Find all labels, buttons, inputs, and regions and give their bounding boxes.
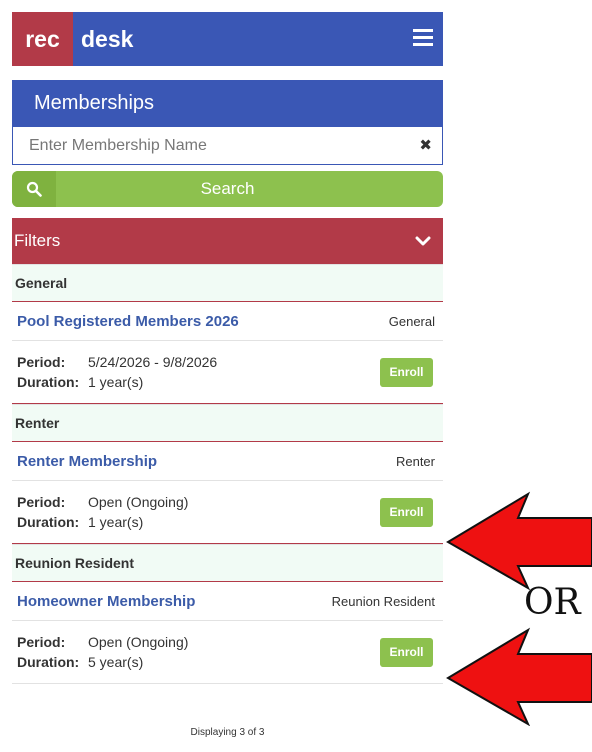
membership-category: General [388,313,435,329]
membership-link[interactable]: Homeowner Membership [17,593,195,610]
duration-label: Duration: [17,374,80,390]
enroll-button[interactable]: Enroll [380,357,433,387]
hamburger-line [413,36,433,39]
duration-value: 1 year(s) [88,514,144,530]
duration-label: Duration: [17,654,80,670]
list-item: Homeowner Membership Reunion Resident [12,582,443,621]
duration-label: Duration: [17,514,80,530]
membership-link[interactable]: Renter Membership [17,453,157,470]
red-arrow-icon [446,491,592,590]
search-button[interactable]: Search [12,171,443,207]
group-header-general: General [12,264,443,302]
filters-label: Filters [14,231,61,250]
logo-desk[interactable]: desk [81,26,133,53]
details-block: Period: 5/24/2026 - 9/8/2026 Duration: 1 y… [17,352,217,392]
membership-category: Reunion Resident [331,593,435,609]
membership-details: Period: Open (Ongoing) Duration: 5 year(s)… [12,621,443,684]
period-value: 5/24/2026 - 9/8/2026 [88,354,218,370]
red-arrow-icon [446,627,592,726]
period-label: Period: [17,494,66,510]
close-icon[interactable]: ✖ [419,136,432,154]
membership-category: Renter [395,453,435,469]
details-block: Period: Open (Ongoing) Duration: 1 year(s) [17,492,188,532]
hamburger-line [413,29,433,32]
enroll-button[interactable]: Enroll [380,497,433,527]
magnifier-icon [12,171,56,207]
logo-rec[interactable]: rec [12,12,73,66]
period-label: Period: [17,634,66,650]
recdesk-app: rec desk Memberships ✖ Search Filters Ge [12,12,443,684]
list-item: Renter Membership Renter [12,442,443,481]
membership-details: Period: Open (Ongoing) Duration: 1 year(s)… [12,481,443,544]
search-button-label: Search [200,179,255,198]
filters-toggle[interactable]: Filters [12,218,443,264]
list-item: Pool Registered Members 2026 General [12,302,443,341]
membership-link[interactable]: Pool Registered Members 2026 [17,313,239,330]
details-block: Period: Open (Ongoing) Duration: 5 year(s) [17,632,188,672]
top-bar: rec desk [12,12,443,66]
search-field-wrap: ✖ [12,127,443,165]
chevron-down-icon [415,232,431,252]
duration-value: 5 year(s) [88,654,144,670]
duration-value: 1 year(s) [88,374,144,390]
results-count: Displaying 3 of 3 [190,727,265,738]
search-input[interactable] [27,135,411,156]
group-header-renter: Renter [12,404,443,442]
hamburger-icon[interactable] [413,29,433,49]
membership-details: Period: 5/24/2026 - 9/8/2026 Duration: 1 y… [12,341,443,404]
period-label: Period: [17,354,66,370]
or-annotation: OR [524,582,581,623]
enroll-button[interactable]: Enroll [380,637,433,667]
period-value: Open (Ongoing) [88,634,189,650]
period-value: Open (Ongoing) [88,494,189,510]
group-header-reunion-resident: Reunion Resident [12,544,443,582]
page-title: Memberships [12,80,443,127]
hamburger-line [413,43,433,46]
